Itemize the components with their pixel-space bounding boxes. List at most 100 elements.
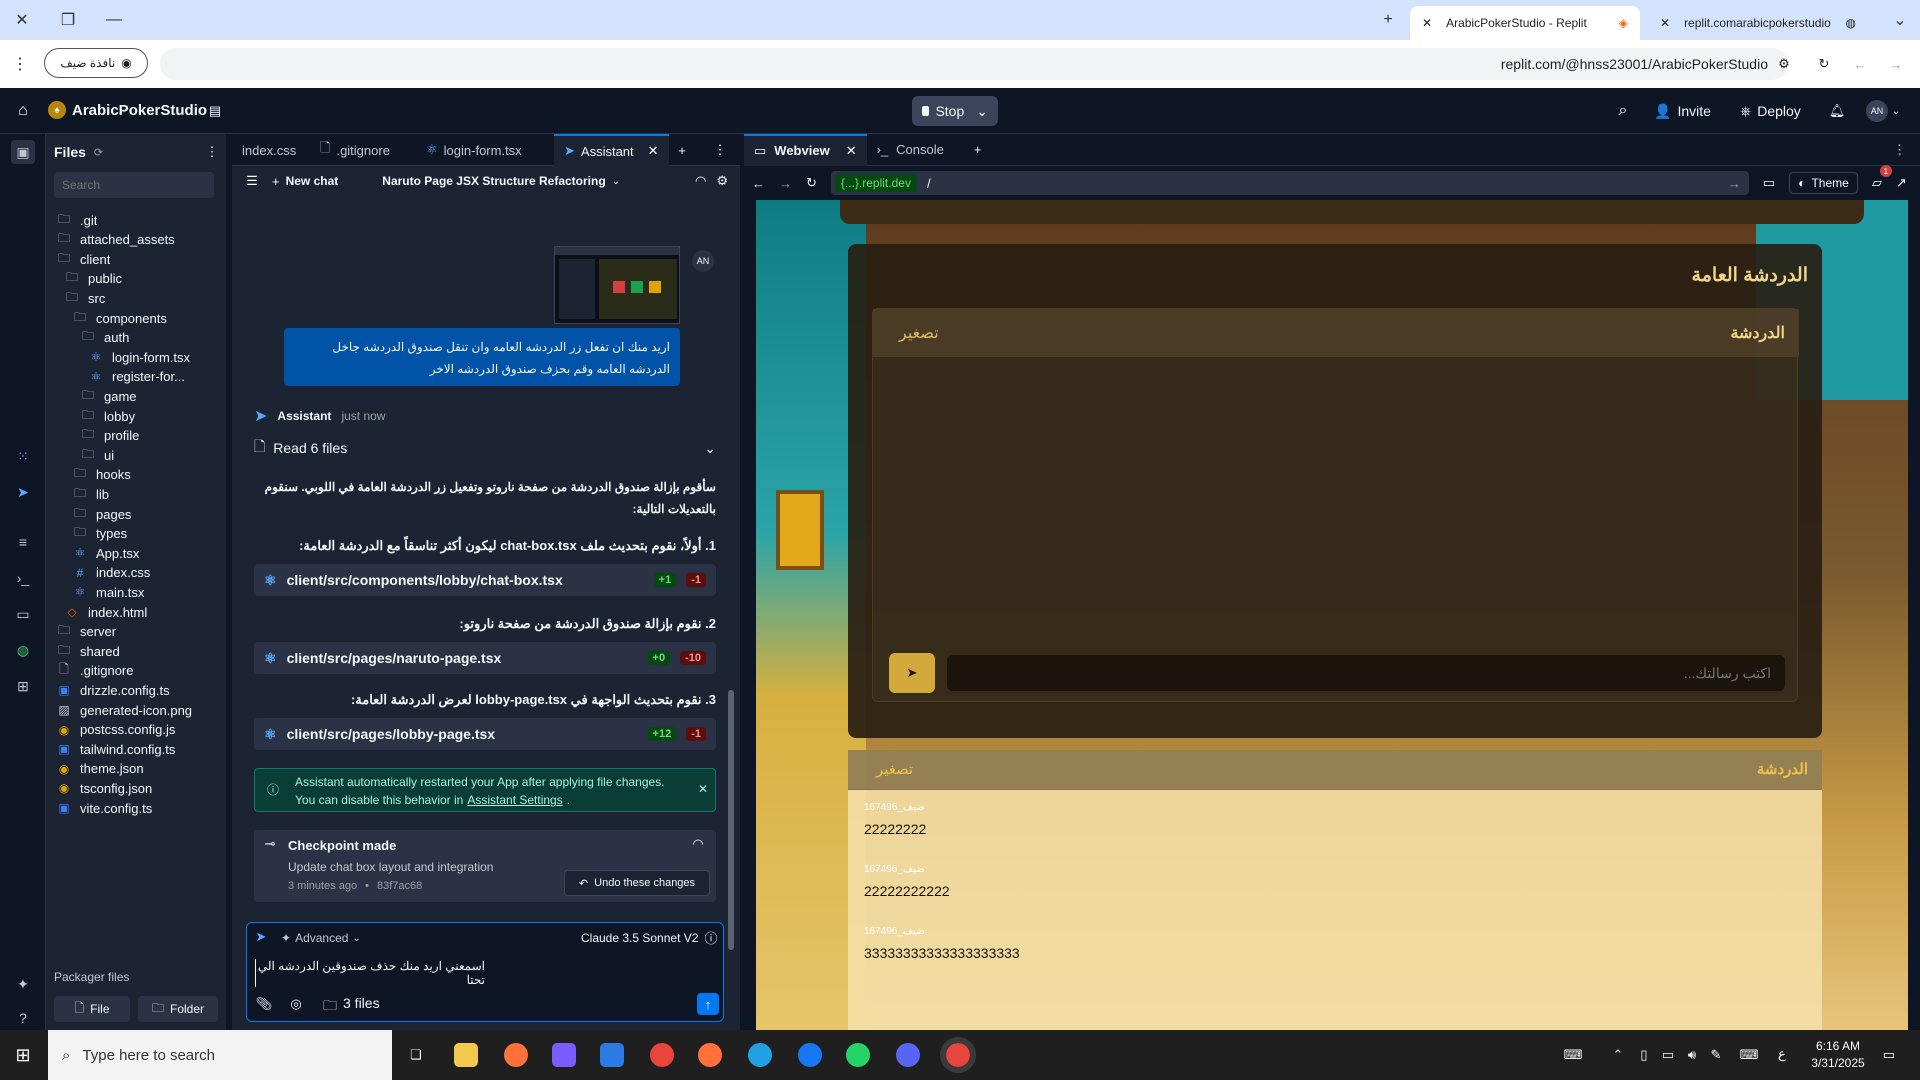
guest-profile-button[interactable]: نافذة ضيف ◉	[44, 48, 148, 78]
scrollbar-thumb[interactable]	[728, 690, 734, 950]
menu-dots-icon[interactable]: ⋮	[10, 54, 30, 74]
firefox-icon[interactable]	[698, 1043, 722, 1067]
reload-icon[interactable]: ↻	[806, 175, 817, 191]
attachment-thumbnail[interactable]	[554, 246, 680, 324]
model-selector[interactable]: Claude 3.5 Sonnet V2	[581, 931, 698, 945]
add-tab-icon[interactable]: +	[974, 142, 982, 157]
home-icon[interactable]: ⌂	[12, 100, 34, 122]
tab-index-css[interactable]: index.css	[232, 134, 306, 166]
edge-icon[interactable]	[748, 1043, 772, 1067]
history-menu-icon[interactable]: ☰	[244, 173, 260, 189]
windows-start-icon[interactable]: ⊞	[12, 1044, 34, 1066]
facebook-icon[interactable]	[798, 1043, 822, 1067]
back-icon[interactable]: ←	[1850, 54, 1870, 74]
all-tools-icon[interactable]: ⊞	[11, 674, 35, 698]
network-icon[interactable]: ▭	[1660, 1046, 1676, 1064]
file-tree-item[interactable]: ▣ vite.config.ts	[46, 796, 202, 820]
new-folder-button[interactable]: 🗀 Folder	[138, 996, 218, 1022]
project-info-icon[interactable]: ▤	[204, 100, 226, 122]
copilot-icon[interactable]	[552, 1043, 576, 1067]
files-menu-icon[interactable]: ⋮	[204, 144, 220, 160]
language-indicator[interactable]: ع	[1778, 1046, 1786, 1062]
packager-files-label[interactable]: Packager files	[54, 970, 129, 984]
close-tab-icon[interactable]: ✕	[846, 143, 857, 159]
forward-icon[interactable]: →	[779, 176, 792, 191]
globe-tool-icon[interactable]: ◍	[11, 638, 35, 662]
url-box[interactable]: replit.com/@hnss23001/ArabicPokerStudio	[160, 48, 1788, 80]
chat-input[interactable]: اسمعني اريد منك حذف صندوقين الدردشه الي …	[255, 959, 485, 987]
file-explorer-icon[interactable]	[454, 1043, 478, 1067]
undo-changes-button[interactable]: ↶ Undo these changes	[564, 870, 710, 896]
task-view-icon[interactable]: ❏	[404, 1043, 428, 1067]
forward-icon[interactable]: →	[1886, 54, 1906, 74]
tab-gitignore[interactable]: 🗋 .gitignore	[310, 134, 400, 166]
restore-window-icon[interactable]: ❐	[56, 8, 80, 32]
notifications-button[interactable]: ▱ 1	[1872, 165, 1892, 191]
webview-url-field[interactable]: {...}.replit.dev / →	[830, 171, 1749, 195]
grid-tool-icon[interactable]: ⁙	[11, 444, 35, 468]
chat-title[interactable]: Naruto Page JSX Structure Refactoring	[382, 174, 605, 188]
tab-menu-icon[interactable]: ⋮	[710, 140, 730, 160]
send-message-button[interactable]: ➤	[889, 653, 935, 693]
back-icon[interactable]: ←	[752, 176, 765, 191]
shell-tool-icon[interactable]: ›_	[11, 566, 35, 590]
read-files-row[interactable]: 🗋 Read 6 files ⌄	[254, 436, 716, 460]
theme-button[interactable]: ◐ Theme	[1789, 172, 1858, 194]
new-tab-icon[interactable]: +	[1376, 8, 1400, 32]
speed-icon[interactable]: ◠	[695, 173, 706, 189]
minimize-window-icon[interactable]: —	[102, 8, 126, 32]
site-settings-icon[interactable]: ⚙	[1774, 54, 1794, 74]
add-tab-icon[interactable]: +	[672, 140, 692, 160]
gear-icon[interactable]: ⚙	[716, 173, 728, 189]
search-icon[interactable]: ⌕	[1612, 100, 1634, 122]
assistant-tool-icon[interactable]: ➤	[11, 480, 35, 504]
lobby-minimize-button[interactable]: تصغير	[876, 760, 913, 778]
clock[interactable]: 6:16 AM 3/31/2025	[1800, 1038, 1876, 1072]
webview-tool-icon[interactable]: ▭	[11, 602, 35, 626]
close-tab-icon[interactable]: ✕	[1422, 16, 1432, 30]
bell-icon[interactable]: 🔔︎	[1826, 100, 1848, 122]
user-menu[interactable]: AN ⌄	[1866, 100, 1902, 122]
tab-assistant[interactable]: ➤ Assistant ✕	[554, 134, 669, 166]
changed-file-card[interactable]: ⚛ client/src/pages/naruto-page.tsx +0 -1…	[254, 642, 716, 674]
files-tool-icon[interactable]: ▣	[11, 140, 35, 164]
volume-icon[interactable]: 🔊︎	[1684, 1046, 1700, 1064]
advanced-toggle[interactable]: ✦ Advanced ⌄	[281, 931, 361, 945]
info-icon[interactable]: ⓘ	[703, 929, 719, 946]
chrome-active-icon[interactable]	[940, 1037, 976, 1073]
whatsapp-icon[interactable]	[846, 1043, 870, 1067]
tab-webview[interactable]: ▭ Webview ✕	[744, 133, 867, 166]
panel-menu-icon[interactable]: ⋮	[1893, 142, 1906, 158]
workflows-tool-icon[interactable]: ≡	[11, 530, 35, 554]
discord-icon[interactable]	[896, 1043, 920, 1067]
sparkle-icon[interactable]: ✦	[11, 972, 35, 996]
close-tab-icon[interactable]: ✕	[648, 143, 659, 159]
browser-tab-second[interactable]: ✕ replit.comarabicpokerstudio ◍	[1648, 6, 1868, 40]
devtools-icon[interactable]: ▭	[1763, 175, 1775, 191]
new-file-button[interactable]: 🗋 File	[54, 996, 130, 1022]
chevron-up-icon[interactable]: ⌃	[1610, 1046, 1626, 1064]
close-icon[interactable]: ✕	[695, 781, 711, 797]
stop-button[interactable]: Stop ⌄	[912, 96, 998, 126]
minimize-button[interactable]: تصغير	[899, 323, 939, 343]
pen-icon[interactable]: ✎	[1708, 1046, 1724, 1064]
browser-tab-replit[interactable]: ✕ ArabicPokerStudio - Replit ◈	[1410, 6, 1640, 40]
tab-login-form[interactable]: ⚛ login-form.tsx	[416, 134, 532, 166]
close-window-icon[interactable]: ✕	[10, 8, 34, 32]
paperclip-icon[interactable]: 📎︎	[255, 995, 273, 1013]
attached-files-button[interactable]: 🗀 3 files	[323, 995, 380, 1019]
assistant-settings-link[interactable]: Assistant Settings	[467, 793, 562, 807]
invite-button[interactable]: 👤 Invite	[1644, 96, 1721, 126]
deploy-button[interactable]: ⎈ Deploy	[1730, 96, 1811, 126]
new-chat-button[interactable]: New chat	[286, 174, 339, 188]
open-new-tab-icon[interactable]: ↗	[1896, 175, 1907, 191]
mention-icon[interactable]: ◎	[287, 995, 305, 1013]
tab-console[interactable]: ›_ Console	[867, 134, 954, 166]
taskbar-search-box[interactable]: ⌕ Type here to search	[48, 1030, 392, 1080]
reload-icon[interactable]: ↻	[1814, 54, 1834, 74]
close-tab-icon[interactable]: ✕	[1660, 16, 1670, 30]
project-name[interactable]: ArabicPokerStudio	[72, 102, 207, 119]
changed-file-card[interactable]: ⚛ client/src/pages/lobby-page.tsx +12 -1	[254, 718, 716, 750]
help-icon[interactable]: ?	[11, 1006, 35, 1030]
file-search-input[interactable]	[54, 172, 214, 198]
